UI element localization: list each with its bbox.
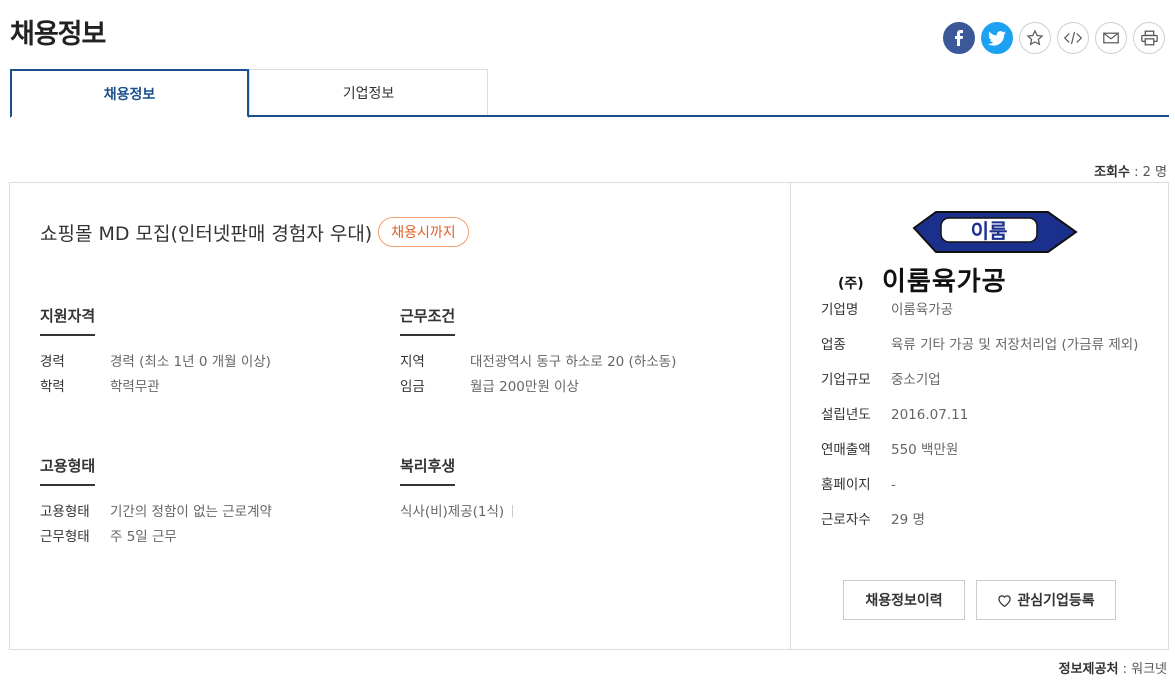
print-button[interactable] <box>1133 22 1165 54</box>
detail-value: 학력무관 <box>110 379 160 395</box>
tab-job-info[interactable]: 채용정보 <box>10 69 249 118</box>
logo-prefix: (주) <box>838 276 864 292</box>
detail-row: 학력 학력무관 <box>40 375 271 400</box>
section-title: 지원자격 <box>40 305 96 336</box>
info-row: 업종 육류 기타 가공 및 저장처리업 (가금류 제외) <box>821 334 1141 356</box>
company-logo: 이룸 (주) 이룸육가공 <box>838 211 1078 293</box>
page-title: 채용정보 <box>10 19 106 50</box>
detail-row: 고용형태 기간의 정함이 없는 근로계약 <box>40 500 272 525</box>
facebook-icon <box>955 30 963 46</box>
detail-key: 지역 <box>400 354 425 370</box>
info-value: 육류 기타 가공 및 저장처리업 (가금류 제외) <box>891 337 1139 353</box>
section-employment: 고용형태 고용형태 기간의 정함이 없는 근로계약 근무형태 주 5일 근무 <box>40 455 272 550</box>
section-title: 고용형태 <box>40 455 96 486</box>
info-value: 29 명 <box>891 512 925 528</box>
mail-share-button[interactable] <box>1095 22 1127 54</box>
provider-label: 정보제공처 <box>1058 662 1119 677</box>
company-actions: 채용정보이력 관심기업등록 <box>843 580 1116 620</box>
share-bar <box>943 22 1165 54</box>
embed-icon <box>1064 31 1082 45</box>
provider-value: : 워크넷 <box>1122 662 1167 677</box>
detail-key: 학력 <box>40 379 65 395</box>
detail-key: 임금 <box>400 379 425 395</box>
favorite-company-button[interactable]: 관심기업등록 <box>976 580 1116 620</box>
company-info-list: 기업명 이룸육가공 업종 육류 기타 가공 및 저장처리업 (가금류 제외) 기업규… <box>821 299 1141 544</box>
detail-key: 경력 <box>40 354 65 370</box>
heart-icon <box>998 594 1012 607</box>
info-key: 업종 <box>821 337 846 353</box>
bookmark-button[interactable] <box>1019 22 1051 54</box>
detail-value: 월급 200만원 이상 <box>470 379 579 395</box>
mail-icon <box>1103 32 1119 44</box>
job-title: 쇼핑몰 MD 모집(인터넷판매 경험자 우대) 채용시까지 <box>40 217 469 247</box>
info-row: 근로자수 29 명 <box>821 509 1141 531</box>
detail-row: 경력 경력 (최소 1년 0 개월 이상) <box>40 350 271 375</box>
info-row: 기업규모 중소기업 <box>821 369 1141 391</box>
favorite-label: 관심기업등록 <box>1017 593 1095 609</box>
embed-button[interactable] <box>1057 22 1089 54</box>
info-value: 중소기업 <box>891 372 941 388</box>
detail-key: 근무형태 <box>40 529 90 545</box>
detail-value: 주 5일 근무 <box>110 529 177 545</box>
detail-key: 고용형태 <box>40 504 90 520</box>
status-badge: 채용시까지 <box>378 217 469 247</box>
info-key: 기업규모 <box>821 372 871 388</box>
job-detail-box: 쇼핑몰 MD 모집(인터넷판매 경험자 우대) 채용시까지 지원자격 경력 경력 … <box>9 182 1169 650</box>
tab-bar: 채용정보 기업정보 <box>10 69 1169 118</box>
info-value: 550 백만원 <box>891 442 959 458</box>
info-key: 기업명 <box>821 302 859 318</box>
info-row: 연매출액 550 백만원 <box>821 439 1141 461</box>
section-qualifications: 지원자격 경력 경력 (최소 1년 0 개월 이상) 학력 학력무관 <box>40 305 271 400</box>
detail-value: 기간의 정함이 없는 근로계약 <box>110 504 272 520</box>
section-title: 복리후생 <box>400 455 456 486</box>
job-pane: 쇼핑몰 MD 모집(인터넷판매 경험자 우대) 채용시까지 지원자격 경력 경력 … <box>10 183 791 649</box>
twitter-icon <box>988 30 1006 46</box>
info-value: - <box>891 477 896 493</box>
twitter-share-button[interactable] <box>981 22 1013 54</box>
info-row: 설립년도 2016.07.11 <box>821 404 1141 426</box>
star-icon <box>1026 29 1044 46</box>
view-count-value: : 2 명 <box>1134 165 1167 180</box>
facebook-share-button[interactable] <box>943 22 975 54</box>
info-row: 홈페이지 - <box>821 474 1141 496</box>
info-key: 설립년도 <box>821 407 871 423</box>
job-title-text: 쇼핑몰 MD 모집(인터넷판매 경험자 우대) <box>40 222 373 245</box>
info-key: 홈페이지 <box>821 477 871 493</box>
print-icon <box>1140 30 1158 46</box>
detail-value: 대전광역시 동구 하소로 20 (하소동) <box>470 354 677 370</box>
detail-row: 임금 월급 200만원 이상 <box>400 375 676 400</box>
logo-badge-text: 이룸 <box>971 219 1008 243</box>
info-key: 근로자수 <box>821 512 871 528</box>
job-history-button[interactable]: 채용정보이력 <box>843 580 965 620</box>
company-pane: 이룸 (주) 이룸육가공 기업명 이룸육가공 업종 육류 기타 가공 및 저장처리업… <box>791 183 1168 649</box>
info-row: 기업명 이룸육가공 <box>821 299 1141 321</box>
detail-row: 근무형태 주 5일 근무 <box>40 525 272 550</box>
section-title: 근무조건 <box>400 305 456 336</box>
info-value: 2016.07.11 <box>891 407 969 423</box>
tab-company-info[interactable]: 기업정보 <box>249 69 488 115</box>
view-count: 조회수 : 2 명 <box>1094 161 1167 180</box>
view-count-label: 조회수 <box>1094 165 1130 180</box>
section-welfare: 복리후생 식사(비)제공(1식) <box>400 455 513 525</box>
info-key: 연매출액 <box>821 442 871 458</box>
section-conditions: 근무조건 지역 대전광역시 동구 하소로 20 (하소동) 임금 월급 200만원 … <box>400 305 676 400</box>
detail-row: 지역 대전광역시 동구 하소로 20 (하소동) <box>400 350 676 375</box>
welfare-item: 식사(비)제공(1식) <box>400 504 513 520</box>
info-value: 이룸육가공 <box>891 302 954 318</box>
info-provider: 정보제공처 : 워크넷 <box>1059 658 1167 677</box>
logo-name: 이룸육가공 <box>882 267 1007 293</box>
detail-value: 경력 (최소 1년 0 개월 이상) <box>110 354 271 370</box>
